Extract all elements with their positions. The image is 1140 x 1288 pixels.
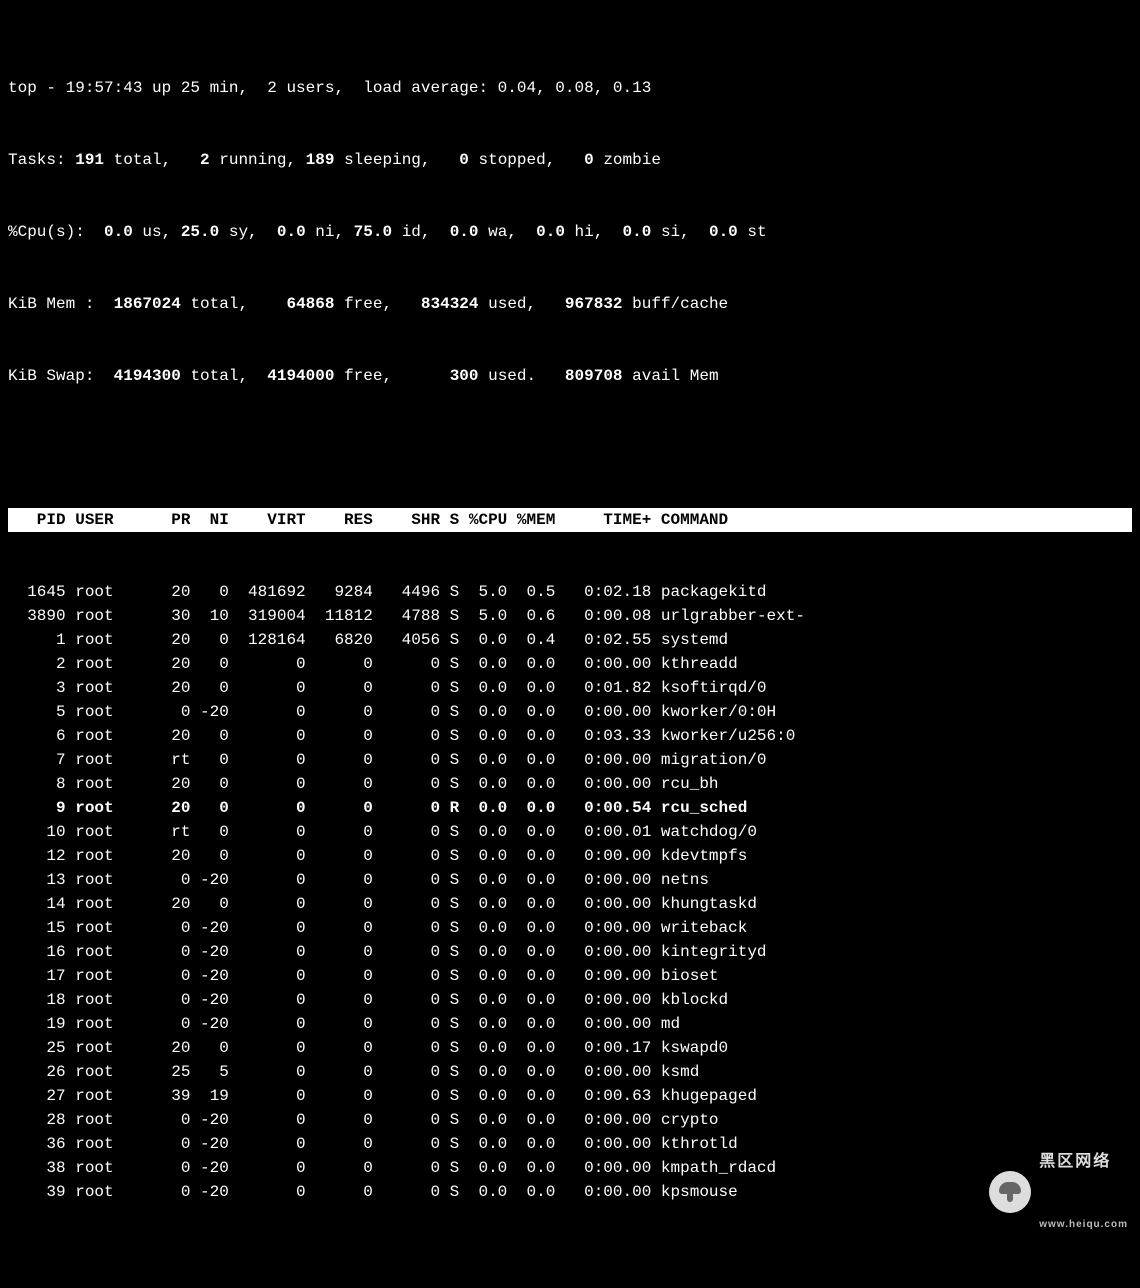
blank-line: [8, 436, 1132, 460]
process-row[interactable]: 28 root 0 -20 0 0 0 S 0.0 0.0 0:00.00 cr…: [8, 1108, 1132, 1132]
process-row[interactable]: 26 root 25 5 0 0 0 S 0.0 0.0 0:00.00 ksm…: [8, 1060, 1132, 1084]
terminal[interactable]: top - 19:57:43 up 25 min, 2 users, load …: [0, 0, 1140, 1288]
process-row[interactable]: 12 root 20 0 0 0 0 S 0.0 0.0 0:00.00 kde…: [8, 844, 1132, 868]
top-summary-line-tasks: Tasks: 191 total, 2 running, 189 sleepin…: [8, 148, 1132, 172]
process-row[interactable]: 16 root 0 -20 0 0 0 S 0.0 0.0 0:00.00 ki…: [8, 940, 1132, 964]
process-row[interactable]: 1645 root 20 0 481692 9284 4496 S 5.0 0.…: [8, 580, 1132, 604]
process-row[interactable]: 1 root 20 0 128164 6820 4056 S 0.0 0.4 0…: [8, 628, 1132, 652]
process-row[interactable]: 14 root 20 0 0 0 0 S 0.0 0.0 0:00.00 khu…: [8, 892, 1132, 916]
process-row[interactable]: 8 root 20 0 0 0 0 S 0.0 0.0 0:00.00 rcu_…: [8, 772, 1132, 796]
process-row[interactable]: 13 root 0 -20 0 0 0 S 0.0 0.0 0:00.00 ne…: [8, 868, 1132, 892]
top-summary-line-1: top - 19:57:43 up 25 min, 2 users, load …: [8, 76, 1132, 100]
process-row[interactable]: 7 root rt 0 0 0 0 S 0.0 0.0 0:00.00 migr…: [8, 748, 1132, 772]
process-row[interactable]: 19 root 0 -20 0 0 0 S 0.0 0.0 0:00.00 md: [8, 1012, 1132, 1036]
process-row[interactable]: 5 root 0 -20 0 0 0 S 0.0 0.0 0:00.00 kwo…: [8, 700, 1132, 724]
process-row[interactable]: 17 root 0 -20 0 0 0 S 0.0 0.0 0:00.00 bi…: [8, 964, 1132, 988]
process-row[interactable]: 6 root 20 0 0 0 0 S 0.0 0.0 0:03.33 kwor…: [8, 724, 1132, 748]
process-row[interactable]: 2 root 20 0 0 0 0 S 0.0 0.0 0:00.00 kthr…: [8, 652, 1132, 676]
top-summary-line-mem: KiB Mem : 1867024 total, 64868 free, 834…: [8, 292, 1132, 316]
process-row[interactable]: 38 root 0 -20 0 0 0 S 0.0 0.0 0:00.00 km…: [8, 1156, 1132, 1180]
process-row[interactable]: 27 root 39 19 0 0 0 S 0.0 0.0 0:00.63 kh…: [8, 1084, 1132, 1108]
process-row[interactable]: 10 root rt 0 0 0 0 S 0.0 0.0 0:00.01 wat…: [8, 820, 1132, 844]
process-table-header[interactable]: PID USER PR NI VIRT RES SHR S %CPU %MEM …: [8, 508, 1132, 532]
top-summary-line-swap: KiB Swap: 4194300 total, 4194000 free, 3…: [8, 364, 1132, 388]
process-table-body: 1645 root 20 0 481692 9284 4496 S 5.0 0.…: [8, 580, 1132, 1204]
process-row[interactable]: 18 root 0 -20 0 0 0 S 0.0 0.0 0:00.00 kb…: [8, 988, 1132, 1012]
process-row[interactable]: 3890 root 30 10 319004 11812 4788 S 5.0 …: [8, 604, 1132, 628]
process-row[interactable]: 36 root 0 -20 0 0 0 S 0.0 0.0 0:00.00 kt…: [8, 1132, 1132, 1156]
process-row[interactable]: 25 root 20 0 0 0 0 S 0.0 0.0 0:00.17 ksw…: [8, 1036, 1132, 1060]
process-row[interactable]: 39 root 0 -20 0 0 0 S 0.0 0.0 0:00.00 kp…: [8, 1180, 1132, 1204]
process-row[interactable]: 15 root 0 -20 0 0 0 S 0.0 0.0 0:00.00 wr…: [8, 916, 1132, 940]
process-row[interactable]: 3 root 20 0 0 0 0 S 0.0 0.0 0:01.82 ksof…: [8, 676, 1132, 700]
watermark-url: www.heiqu.com: [1039, 1219, 1128, 1230]
process-row[interactable]: 9 root 20 0 0 0 0 R 0.0 0.0 0:00.54 rcu_…: [8, 796, 1132, 820]
top-summary-line-cpu: %Cpu(s): 0.0 us, 25.0 sy, 0.0 ni, 75.0 i…: [8, 220, 1132, 244]
